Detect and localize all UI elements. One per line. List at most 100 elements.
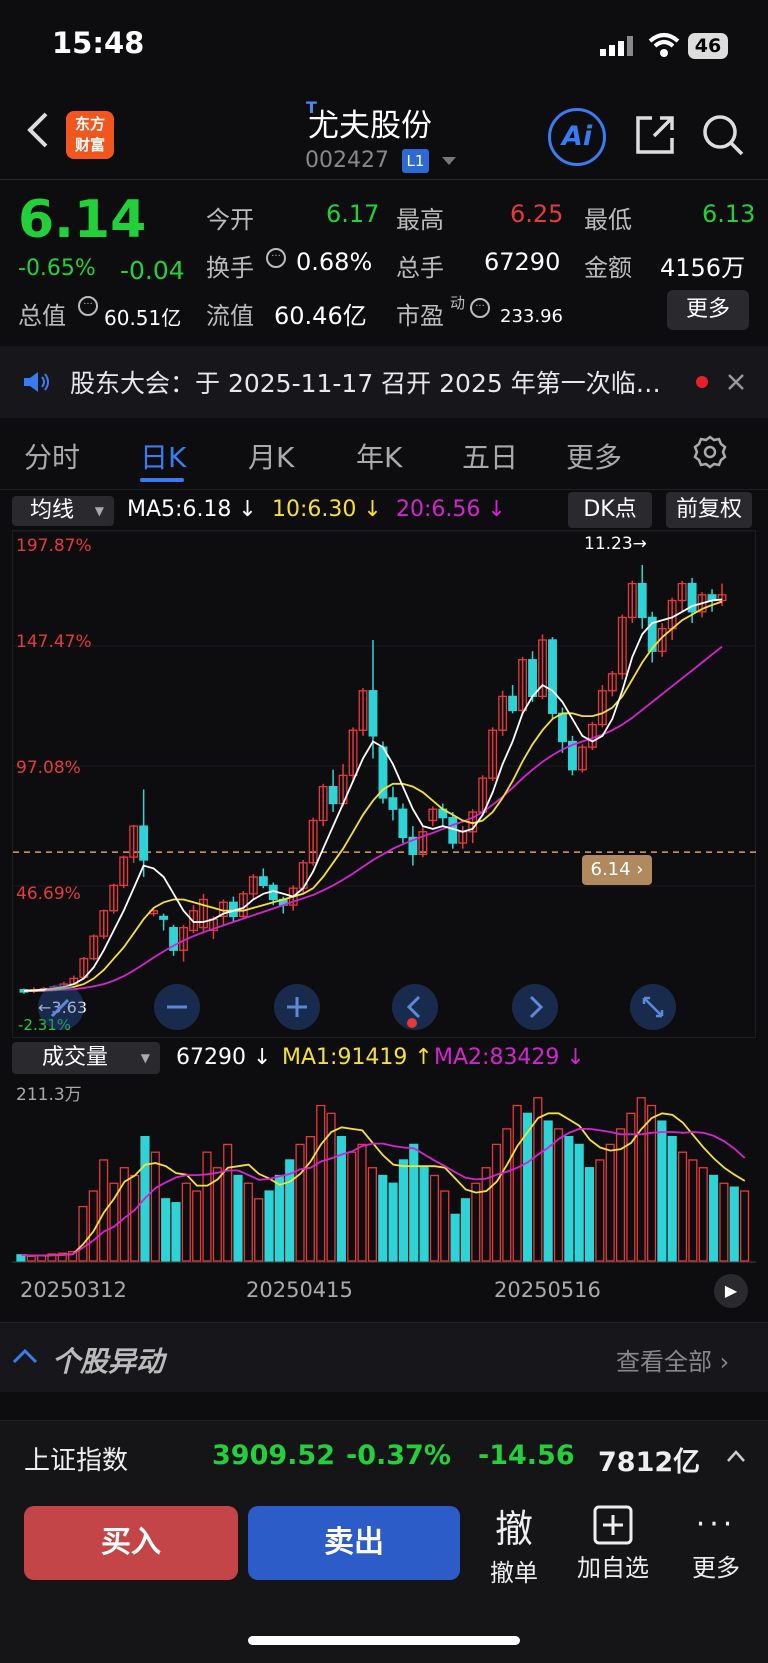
level-badge[interactable]: L1 [402, 149, 429, 173]
volume-bar [305, 1135, 315, 1262]
chevron-up-icon[interactable] [726, 1448, 746, 1464]
tab-intraday[interactable]: 分时 [24, 436, 80, 476]
volume-bar [543, 1120, 553, 1262]
play-icon: ▶ [724, 1281, 738, 1300]
vol-legend: 67290 ↓ [176, 1045, 272, 1070]
volume-bar [243, 1182, 253, 1262]
ma20-legend: 20:6.56 ↓ [396, 497, 506, 522]
indicator-select[interactable]: 成交量 ▼ [12, 1042, 160, 1074]
candle-body [258, 876, 268, 887]
add-watchlist-button[interactable]: 加自选 [570, 1504, 656, 1594]
tab-more[interactable]: 更多 [566, 436, 622, 476]
volume-bar [605, 1143, 615, 1262]
current-price-tag[interactable]: 6.14 › [582, 855, 652, 885]
ma5-legend: MA5:6.18 ↓ [127, 497, 257, 522]
volume-value: 67290 [484, 248, 561, 276]
date-label-2: 20250415 [246, 1278, 353, 1302]
stock-name: 尤夫股份 [308, 108, 432, 144]
volume-bar [595, 1159, 605, 1262]
back-button[interactable] [24, 110, 52, 158]
volume-bar [626, 1112, 636, 1262]
chevron-up-icon[interactable] [12, 1346, 38, 1366]
info-icon[interactable]: ··· [266, 248, 286, 268]
index-name: 上证指数 [24, 1446, 129, 1476]
candle-body [139, 825, 149, 861]
share-icon[interactable] [632, 112, 678, 158]
volume-bar [264, 1190, 274, 1262]
gear-icon[interactable] [692, 434, 728, 470]
zoom-in-button[interactable] [274, 984, 320, 1030]
indicator-select-label: 成交量 [42, 1045, 109, 1070]
volume-bar [481, 1167, 491, 1262]
amount-value: 4156万 [660, 254, 746, 282]
zoom-out-button[interactable] [154, 984, 200, 1030]
draw-tool-button[interactable] [38, 984, 84, 1030]
mcap-label: 总值 [18, 302, 66, 330]
index-value: 3909.52 [212, 1440, 335, 1471]
volume-bar [491, 1143, 502, 1262]
volume-bar [223, 1143, 233, 1262]
sell-button[interactable]: 卖出 [248, 1506, 460, 1580]
kline-canvas [13, 531, 757, 994]
search-icon[interactable] [700, 112, 746, 158]
ai-button[interactable]: Ai [548, 108, 606, 166]
volume-bar [181, 1182, 191, 1262]
volume-chart[interactable] [12, 1075, 756, 1265]
turnover-value: 0.68% [296, 248, 373, 276]
volume-bar [740, 1190, 750, 1262]
volume-bar [26, 1255, 36, 1262]
index-amount: 7812亿 [598, 1447, 701, 1478]
tab-five-day[interactable]: 五日 [462, 436, 518, 476]
volume-bar [708, 1174, 719, 1262]
close-icon[interactable] [726, 372, 746, 392]
ma-select-label: 均线 [30, 498, 75, 523]
view-all-link[interactable]: 查看全部 › [616, 1342, 729, 1377]
date-label-1: 20250312 [20, 1278, 127, 1302]
expand-icon [642, 996, 664, 1018]
candle-body [398, 808, 408, 839]
volume-bar [192, 1190, 202, 1262]
candle-body [368, 690, 378, 737]
volume-bar [295, 1143, 305, 1262]
buy-button[interactable]: 买入 [24, 1506, 238, 1580]
candle-body [159, 915, 169, 920]
code-dropdown-icon[interactable] [442, 157, 456, 172]
pencil-icon [50, 998, 70, 1018]
cancel-order-button[interactable]: 撤 撤单 [478, 1498, 550, 1588]
index-pct: -0.37% [346, 1440, 451, 1471]
play-button[interactable]: ▶ [714, 1274, 748, 1308]
pan-right-button[interactable] [512, 984, 558, 1030]
candle-body [388, 797, 398, 810]
volume-bar [657, 1120, 667, 1262]
volume-bar [378, 1174, 388, 1262]
index-change: -14.56 [478, 1440, 575, 1471]
price-change-pct: -0.65% [18, 256, 96, 281]
info-icon[interactable]: ··· [78, 296, 98, 316]
tab-daily-k[interactable]: 日K [140, 436, 186, 476]
fullscreen-button[interactable] [630, 984, 676, 1030]
open-label: 今开 [206, 206, 254, 234]
adjust-mode-button[interactable]: 前复权 [666, 492, 752, 528]
kline-chart[interactable] [12, 530, 757, 1038]
ma-select[interactable]: 均线 ▼ [12, 496, 114, 526]
volume-bar [150, 1151, 160, 1262]
volume-bar [440, 1190, 450, 1262]
info-icon[interactable]: ··· [470, 298, 490, 318]
wifi-icon [648, 33, 680, 57]
mcap-value: 60.51亿 [104, 306, 182, 330]
candle-body [528, 659, 537, 698]
volume-bar [636, 1097, 646, 1262]
tab-monthly-k[interactable]: 月K [248, 436, 294, 476]
unread-dot [696, 376, 708, 388]
app-logo: 东方 财富 [66, 111, 114, 159]
volume-bar [254, 1198, 264, 1262]
price-change: -0.04 [120, 256, 185, 285]
status-time: 15:48 [52, 26, 145, 60]
pct-label-top: 197.87% [16, 536, 92, 556]
more-actions-button[interactable]: ··· 更多 [676, 1504, 756, 1594]
volume-bar [202, 1151, 212, 1262]
dk-point-button[interactable]: DK点 [568, 492, 652, 528]
tab-yearly-k[interactable]: 年K [356, 436, 402, 476]
volume-bar [646, 1104, 657, 1262]
more-quote-button[interactable]: 更多 [667, 290, 749, 330]
